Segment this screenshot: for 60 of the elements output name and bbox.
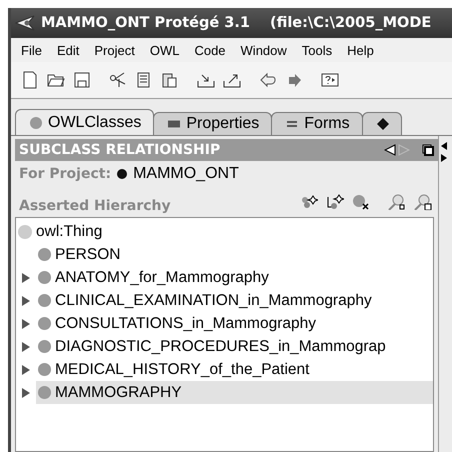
window-icon[interactable]	[422, 144, 434, 156]
menu-item[interactable]: Code	[188, 42, 235, 58]
expand-arrow-icon[interactable]	[22, 318, 30, 328]
class-dot-icon	[38, 248, 51, 261]
tree-item[interactable]: MEDICAL_HISTORY_of_the_Patient	[36, 358, 433, 381]
tree-item[interactable]: ANATOMY_for_Mammography	[36, 266, 433, 289]
add-subclass-icon[interactable]	[300, 194, 318, 210]
project-label: For Project:	[19, 166, 112, 182]
file-path: (file:\C:\2005_MODE	[270, 15, 432, 31]
tree-item[interactable]: CONSULTATIONS_in_Mammography	[36, 312, 433, 335]
search-icon[interactable]	[388, 194, 406, 210]
paste-icon[interactable]	[161, 71, 179, 89]
class-dot-icon	[38, 294, 51, 307]
scissors-icon[interactable]	[109, 71, 127, 89]
expand-arrow-icon[interactable]	[22, 388, 30, 398]
circle-icon	[30, 116, 42, 128]
project-dot-icon	[117, 169, 128, 179]
split-arrows-icon[interactable]	[441, 142, 447, 162]
tree-item[interactable]: PERSON	[36, 243, 433, 266]
add-sibling-icon[interactable]	[326, 194, 344, 210]
menu-item[interactable]: OWL	[144, 42, 188, 58]
class-dot-icon	[38, 340, 51, 353]
rectangle-icon	[168, 118, 180, 130]
menu-item[interactable]: Project	[88, 42, 144, 58]
tab[interactable]: Forms	[271, 112, 363, 135]
left-arrow-icon[interactable]	[384, 144, 396, 156]
menu-item[interactable]: Help	[341, 42, 383, 58]
expand-arrow-icon[interactable]	[22, 272, 30, 282]
lines-icon	[286, 118, 298, 130]
expand-arrow-icon[interactable]	[22, 296, 30, 306]
delete-class-icon[interactable]	[352, 194, 370, 210]
new-file-icon[interactable]	[21, 71, 39, 89]
search-icon[interactable]	[414, 194, 432, 210]
class-dot-icon	[38, 363, 51, 376]
menu-item[interactable]: Tools	[296, 42, 342, 58]
app-logo-icon	[15, 15, 35, 31]
tab[interactable]: Properties	[153, 112, 272, 135]
panel-title: SUBCLASS RELATIONSHIP	[19, 142, 222, 158]
class-dot-icon	[18, 224, 32, 238]
tree-item[interactable]: owl:Thing	[16, 220, 433, 243]
tree-item[interactable]: DIAGNOSTIC_PROCEDURES_in_Mammograp	[36, 335, 433, 358]
menu-item[interactable]: Edit	[50, 42, 88, 58]
class-dot-icon	[38, 271, 51, 284]
help-icon[interactable]	[321, 71, 339, 89]
window-title: MAMMO_ONT Protégé 3.1	[41, 15, 250, 31]
tree-item[interactable]: MAMMOGRAPHY	[36, 381, 433, 404]
menu-item[interactable]: Window	[234, 42, 296, 58]
hierarchy-label: Asserted Hierarchy	[19, 198, 172, 214]
undo-arrow-icon[interactable]	[259, 71, 277, 89]
expand-arrow-icon[interactable]	[22, 364, 30, 374]
tree-item[interactable]: CLINICAL_EXAMINATION_in_Mammography	[36, 289, 433, 312]
save-icon[interactable]	[73, 71, 91, 89]
expand-arrow-icon[interactable]	[22, 342, 30, 352]
class-dot-icon	[38, 317, 51, 330]
project-name: MAMMO_ONT	[133, 165, 239, 183]
class-dot-icon	[38, 386, 51, 399]
tab[interactable]	[362, 112, 402, 135]
diamond-icon	[376, 118, 389, 130]
menu-item[interactable]: File	[15, 42, 51, 58]
tab[interactable]: OWLClasses	[15, 109, 154, 135]
